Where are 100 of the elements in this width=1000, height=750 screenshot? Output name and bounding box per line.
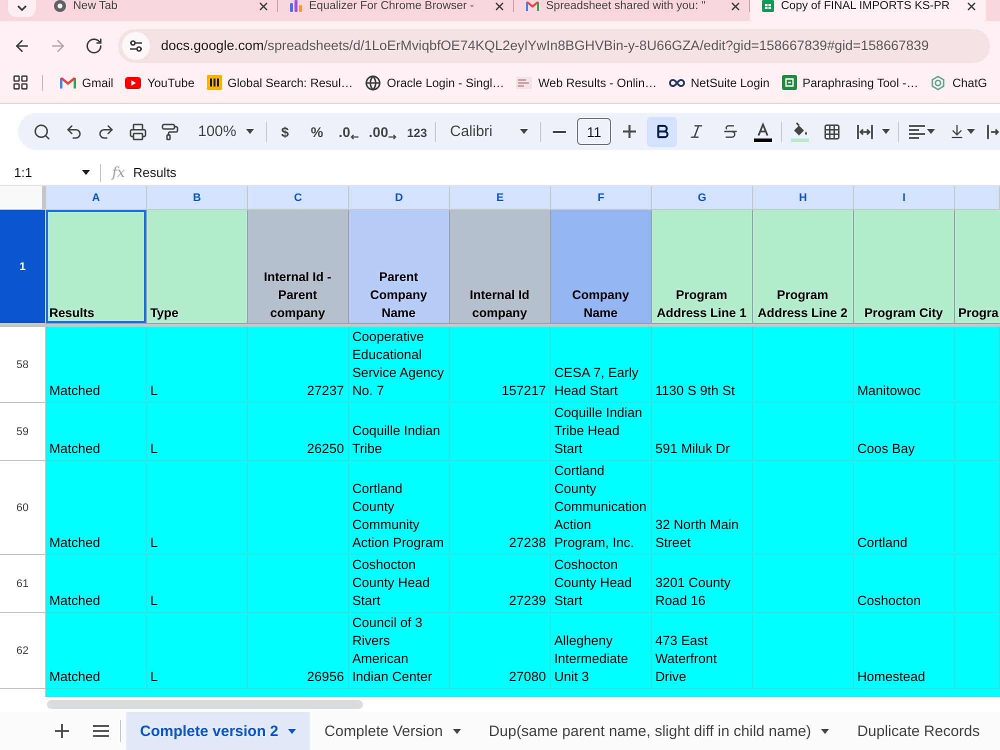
more-formats-button[interactable]: 123: [403, 116, 431, 146]
zoom-select[interactable]: 100%: [188, 116, 262, 146]
sheet-tab[interactable]: Dup(same parent name, slight diff in child name): [474, 712, 844, 750]
bookmark-link[interactable]: Global Search: Resul…: [202, 70, 358, 94]
plus-icon: [55, 724, 69, 738]
row-number[interactable]: 62: [0, 613, 46, 689]
browser-tab[interactable]: Spreadsheet shared with you: ": [514, 0, 750, 21]
column-header[interactable]: A: [46, 186, 147, 210]
chevron-down-icon: [17, 4, 27, 10]
column-header[interactable]: G: [652, 186, 753, 210]
reload-icon: [85, 36, 103, 54]
bookmark-link[interactable]: Paraphrasing Tool -…: [776, 70, 924, 94]
caret-icon: [452, 728, 461, 734]
percent-button[interactable]: %: [303, 116, 331, 146]
merge-icon: [856, 122, 874, 140]
caret-icon: [246, 129, 254, 134]
name-box[interactable]: 1:1: [0, 160, 100, 185]
close-tab-button[interactable]: [493, 0, 506, 13]
row-number[interactable]: 60: [0, 461, 46, 555]
header-cell: Internal Id - Parent company: [248, 210, 349, 324]
currency-button[interactable]: $: [271, 116, 299, 146]
infinity-icon: [668, 78, 685, 86]
close-icon: [259, 2, 268, 11]
header-cell: Program City: [854, 210, 955, 324]
arrow-left-icon: [350, 134, 360, 140]
search-icon: [33, 122, 51, 140]
globe-icon: [364, 74, 381, 90]
close-tab-button[interactable]: [965, 0, 978, 13]
row-number[interactable]: 1: [0, 210, 46, 324]
column-header[interactable]: F: [551, 186, 652, 210]
bookmark-link[interactable]: NetSuite Login: [664, 70, 774, 94]
column-header[interactable]: C: [248, 186, 349, 210]
row-number[interactable]: 59: [0, 403, 46, 461]
row-number[interactable]: 58: [0, 327, 46, 403]
increase-decimal-button[interactable]: .00: [367, 116, 399, 146]
browser-tab[interactable]: New Tab: [42, 0, 278, 21]
mail-icon: [60, 76, 76, 89]
header-cell: Internal Id company: [450, 210, 551, 324]
ring-icon: [54, 0, 66, 12]
caret-icon: [520, 129, 528, 134]
close-icon: [731, 2, 740, 11]
browser-tab[interactable]: Copy of FINAL IMPORTS KS-PR: [750, 0, 986, 21]
thumbnail-icon: [516, 76, 532, 88]
header-cell: Parent Company Name: [349, 210, 450, 324]
fill-color-icon: [790, 122, 810, 142]
row-number[interactable]: 61: [0, 555, 46, 613]
caret-icon: [82, 170, 90, 175]
bold-button[interactable]: [647, 116, 677, 146]
align-left-icon: [909, 124, 925, 138]
sheet-tab[interactable]: Complete Version: [310, 712, 475, 750]
mail-icon: [526, 0, 539, 12]
bookmark-link[interactable]: ChatG: [925, 70, 992, 94]
decrease-decimal-button[interactable]: .0: [335, 116, 363, 146]
strikethrough-icon: [722, 123, 738, 140]
close-tab-button[interactable]: [257, 0, 270, 13]
bookmark-link[interactable]: Oracle Login - Singl…: [360, 70, 510, 94]
printer-icon: [129, 122, 147, 140]
site-settings-icon: [122, 32, 150, 60]
arrow-right-icon: [388, 134, 398, 140]
column-header[interactable]: H: [753, 186, 854, 210]
header-cell: Progra: [955, 210, 1000, 324]
tab-list-button[interactable]: [8, 0, 36, 17]
header-cell: Type: [147, 210, 248, 324]
url-text: docs.google.com/spreadsheets/d/1LoErMviqbfOE74KQL2eylYwIn8BGHVBin-y-8U66GZA/edit?gid=158667839#gid=158667839: [161, 38, 929, 53]
address-field[interactable]: docs.google.com/spreadsheets/d/1LoErMviqbfOE74KQL2eylYwIn8BGHVBin-y-8U66GZA/edit?gid=158667839#gid=158667839: [118, 28, 990, 62]
caret-icon: [821, 728, 830, 734]
column-header[interactable]: B: [147, 186, 248, 210]
undo-icon: [65, 122, 83, 140]
paint-roller-icon: [161, 122, 179, 140]
browser-tab[interactable]: Equalizer For Chrome Browser -: [278, 0, 514, 21]
close-tab-button[interactable]: [729, 0, 742, 13]
header-cell: Program Address Line 1: [652, 210, 753, 324]
close-icon: [967, 2, 976, 11]
bookmark-link[interactable]: Web Results - Onlin…: [511, 70, 662, 94]
formula-field[interactable]: Results: [133, 160, 1000, 185]
bookmark-link[interactable]: YouTube: [120, 70, 200, 94]
borders-icon: [823, 122, 841, 140]
column-header[interactable]: I: [854, 186, 955, 210]
spreadsheet-icon: [762, 0, 774, 12]
equalizer-icon: [290, 0, 302, 12]
play-icon: [125, 76, 142, 88]
font-select[interactable]: Calibri: [440, 116, 536, 146]
function-label: fx: [112, 164, 126, 180]
sheet-tab[interactable]: Duplicate Records: [843, 712, 994, 750]
column-header[interactable]: E: [450, 186, 551, 210]
scrollbar-thumb[interactable]: [47, 700, 363, 709]
header-cell: Results: [46, 210, 147, 324]
minus-icon: [552, 130, 566, 132]
caret-icon: [927, 129, 935, 134]
header-cell: Program Address Line 2: [753, 210, 854, 324]
column-header[interactable]: D: [349, 186, 450, 210]
apps-grid-icon: [12, 74, 28, 91]
text-color-icon: [753, 122, 773, 142]
caret-icon: [288, 728, 296, 734]
bookmark-link[interactable]: Gmail: [55, 70, 118, 94]
header-cell: Company Name: [551, 210, 652, 324]
document-icon: [782, 75, 796, 90]
sheet-tab[interactable]: Complete version 2: [126, 712, 310, 750]
font-size-field[interactable]: 11: [577, 118, 611, 145]
knot-icon: [930, 74, 946, 90]
